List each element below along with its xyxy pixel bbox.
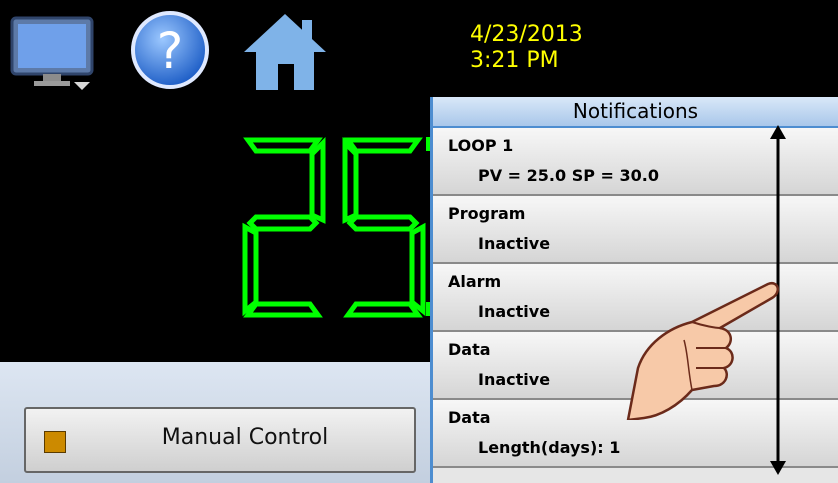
notification-title: Data (448, 408, 491, 427)
pointing-hand-icon (626, 281, 780, 420)
date-time: 4/23/2013 3:21 PM (470, 22, 583, 74)
manual-control-button[interactable]: Manual Control (24, 407, 416, 473)
notification-detail: Length(days): 1 (478, 438, 621, 457)
notification-detail: Inactive (478, 370, 551, 389)
manual-control-label: Manual Control (161, 425, 329, 450)
monitor-icon[interactable] (8, 10, 98, 90)
top-bar: ? 4/23/2013 3:21 PM (0, 0, 838, 97)
notification-detail: Inactive (478, 234, 551, 253)
notification-title: Data (448, 340, 491, 359)
notification-title: LOOP 1 (448, 136, 514, 155)
notification-title: Alarm (448, 272, 502, 291)
notification-detail: Inactive (478, 302, 551, 321)
help-icon[interactable]: ? (125, 10, 215, 90)
notifications-header: Notifications (433, 97, 838, 128)
date-label: 4/23/2013 (470, 22, 583, 47)
notification-detail: PV = 25.0 SP = 30.0 (478, 166, 659, 185)
time-label: 3:21 PM (470, 48, 559, 73)
seven-segment-digits (242, 136, 430, 318)
notification-title: Program (448, 204, 526, 223)
process-value-display (0, 97, 430, 362)
manual-control-indicator (44, 431, 66, 453)
svg-text:?: ? (157, 22, 184, 80)
home-icon[interactable] (240, 10, 330, 90)
